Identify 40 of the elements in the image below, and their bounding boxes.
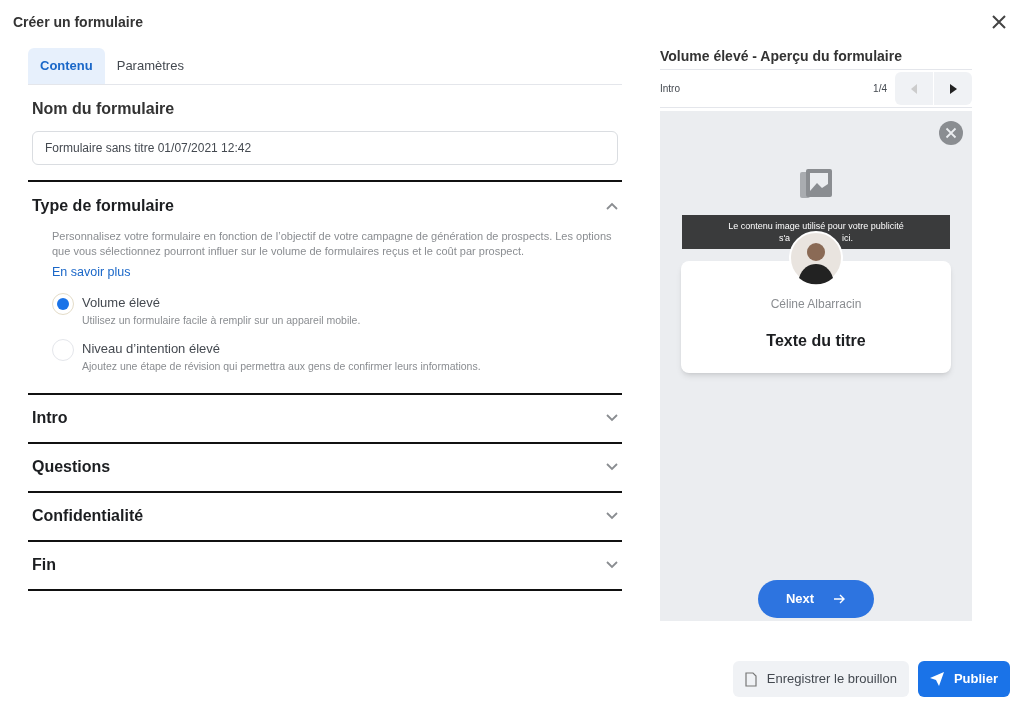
- save-draft-button[interactable]: Enregistrer le brouillon: [732, 661, 909, 697]
- section-title[interactable]: Confidentialité: [32, 504, 144, 528]
- page-counter: 1/4: [873, 82, 887, 96]
- section-title[interactable]: Type de formulaire: [32, 193, 174, 218]
- close-icon[interactable]: [992, 15, 1006, 29]
- preview-title: Volume élevé - Aperçu du formulaire: [660, 44, 972, 70]
- right-arrow-icon: [949, 83, 957, 94]
- chevron-up-icon[interactable]: [606, 201, 618, 210]
- publish-button[interactable]: Publier: [917, 661, 1010, 697]
- step-label: Intro: [660, 82, 681, 96]
- section-heading: Nom du formulaire: [32, 99, 176, 119]
- section-description: Personnalisez votre formulaire en fonction de l’objectif de votre campagne de génération de prospects. Les options que vous sélectionnez pourront influer sur le volume de formulaires reçus et le coût par prospect.: [52, 229, 613, 259]
- chevron-down-icon[interactable]: [606, 414, 618, 422]
- document-icon: [744, 671, 757, 687]
- paper-plane-icon: [929, 672, 944, 686]
- chevron-down-icon[interactable]: [606, 512, 618, 520]
- arrow-right-icon: [834, 594, 847, 604]
- image-icon: [800, 169, 832, 199]
- tooltip-text: s'a: [778, 232, 791, 244]
- chevron-down-icon[interactable]: [606, 561, 618, 569]
- option-hint: Ajoutez une étape de révision qui permettra aux gens de confirmer leurs informations.: [82, 358, 481, 374]
- next-button[interactable]: Next: [758, 580, 874, 618]
- window-title: Créer un formulaire: [13, 12, 143, 32]
- chevron-down-icon[interactable]: [606, 463, 618, 471]
- option-hint: Utilisez un formulaire facile à remplir sur un appareil mobile.: [82, 313, 361, 328]
- tab[interactable]: Paramètres: [104, 48, 196, 84]
- section-title[interactable]: Questions: [32, 455, 111, 479]
- option-label: Niveau d’intention élevé: [82, 339, 222, 358]
- section-title[interactable]: Fin: [32, 553, 56, 577]
- option-label: Volume élevé: [82, 294, 162, 312]
- author-name: Céline Albarracin: [770, 296, 862, 313]
- left-arrow-icon: [911, 83, 917, 94]
- tooltip-text: ici.: [842, 232, 854, 244]
- headline: Texte du titre: [766, 331, 866, 351]
- tab[interactable]: Contenu: [28, 48, 105, 84]
- learn-more-link[interactable]: En savoir plus: [52, 265, 131, 279]
- next-page-button[interactable]: [934, 72, 972, 105]
- form-name-field[interactable]: Formulaire sans titre 01/07/2021 12:42: [32, 131, 618, 165]
- tooltip-text: Le contenu image utilisé pour votre publicité: [727, 220, 905, 232]
- section-title[interactable]: Intro: [32, 406, 68, 430]
